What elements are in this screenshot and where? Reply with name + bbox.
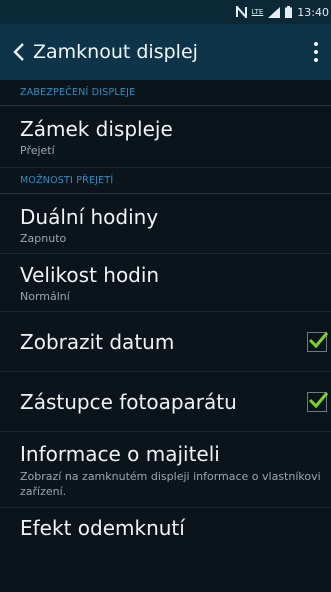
page-title: Zamknout displej bbox=[33, 41, 198, 63]
nfc-icon bbox=[235, 6, 247, 18]
section-header-swipe-options: MOŽNOSTI PŘEJETÍ bbox=[0, 168, 331, 194]
checkmark-icon bbox=[308, 331, 329, 348]
item-title: Velikost hodin bbox=[20, 263, 160, 287]
app-bar: Zamknout displej bbox=[0, 24, 331, 80]
battery-icon bbox=[285, 6, 293, 18]
section-header-display-security: ZABEZPEČENÍ DISPLEJE bbox=[0, 80, 331, 106]
checkmark-icon bbox=[308, 391, 329, 408]
camera-shortcut-checkbox[interactable] bbox=[307, 391, 329, 412]
item-title: Zástupce fotoaparátu bbox=[20, 389, 237, 414]
item-subtitle: Normální bbox=[20, 290, 70, 303]
lte-icon: LTE bbox=[252, 8, 264, 16]
overflow-menu-icon bbox=[314, 42, 318, 46]
item-title: Efekt odemknutí bbox=[20, 516, 185, 540]
item-title: Zámek displeje bbox=[20, 117, 173, 141]
camera-shortcut-item[interactable]: Zástupce fotoaparátu bbox=[0, 372, 331, 432]
signal-icon bbox=[268, 6, 281, 18]
show-date-item[interactable]: Zobrazit datum bbox=[0, 312, 331, 372]
item-subtitle: Zobrazí na zamknutém displeji informace … bbox=[20, 470, 321, 498]
clock-size-item[interactable]: Velikost hodin Normální bbox=[0, 254, 331, 312]
status-bar: LTE 13:40 bbox=[0, 0, 331, 24]
network-label: LTE bbox=[251, 8, 264, 16]
screen-lock-item[interactable]: Zámek displeje Přejetí bbox=[0, 106, 331, 168]
chevron-left-icon bbox=[13, 43, 24, 61]
dual-clock-item[interactable]: Duální hodiny Zapnuto bbox=[0, 194, 331, 254]
owner-info-item[interactable]: Informace o majiteli Zobrazí na zamknuté… bbox=[0, 432, 331, 508]
item-title: Duální hodiny bbox=[20, 205, 159, 229]
show-date-checkbox[interactable] bbox=[307, 331, 329, 352]
item-subtitle: Zapnuto bbox=[20, 232, 67, 245]
item-title: Informace o majiteli bbox=[20, 442, 220, 466]
back-button[interactable]: Zamknout displej bbox=[0, 24, 198, 80]
unlock-effect-item[interactable]: Efekt odemknutí bbox=[0, 508, 331, 568]
item-subtitle: Přejetí bbox=[20, 144, 55, 157]
settings-list: ZABEZPEČENÍ DISPLEJE Zámek displeje Přej… bbox=[0, 80, 331, 568]
item-title: Zobrazit datum bbox=[20, 329, 175, 354]
clock: 13:40 bbox=[297, 5, 329, 19]
overflow-menu-button[interactable] bbox=[301, 24, 331, 80]
